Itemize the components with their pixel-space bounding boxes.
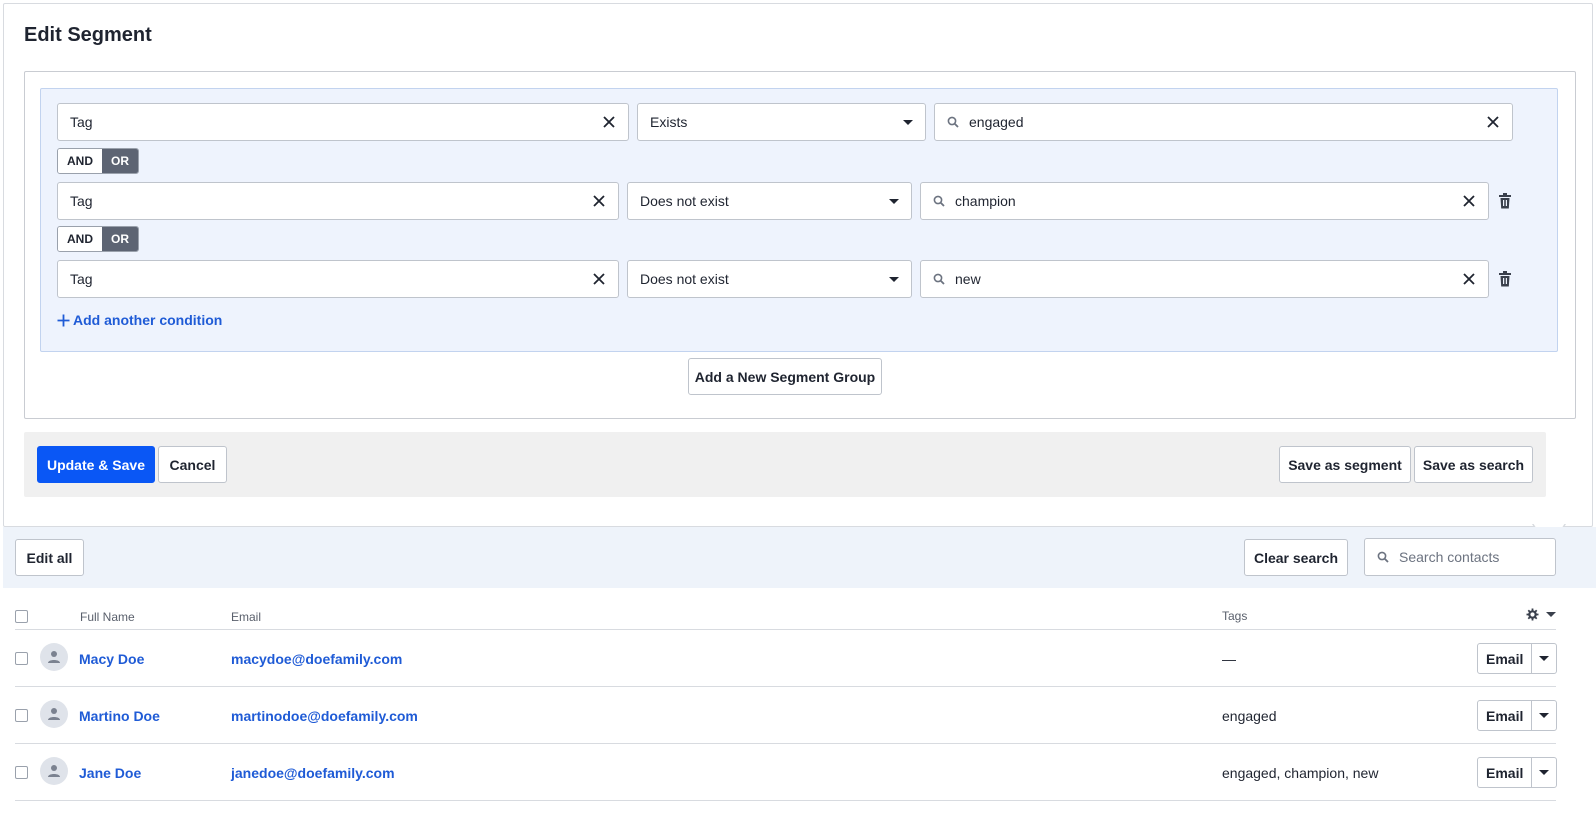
plus-icon (57, 314, 70, 326)
email-split-button[interactable]: Email (1477, 700, 1558, 731)
condition-3-operator-label: Does not exist (640, 271, 729, 287)
condition-1-field-select[interactable]: Tag (57, 103, 629, 141)
condition-3-value: new (955, 271, 981, 287)
row-divider (15, 743, 1556, 744)
contact-name-link[interactable]: Jane Doe (79, 765, 141, 781)
row-divider (15, 686, 1556, 687)
select-all-checkbox[interactable] (15, 610, 28, 623)
email-split-button[interactable]: Email (1477, 757, 1558, 788)
clear-icon[interactable] (1462, 194, 1476, 208)
contact-name-link[interactable]: Martino Doe (79, 708, 160, 724)
chevron-down-icon (903, 119, 913, 125)
person-icon (48, 708, 60, 720)
search-icon (933, 273, 945, 285)
email-button[interactable]: Email (1478, 758, 1533, 787)
condition-1-value-input[interactable]: engaged (934, 103, 1513, 141)
chevron-down-icon (889, 276, 899, 282)
clear-search-button[interactable]: Clear search (1244, 539, 1348, 576)
search-icon (947, 116, 959, 128)
contact-email-link[interactable]: macydoe@doefamily.com (231, 651, 402, 667)
column-header-email[interactable]: Email (231, 610, 261, 624)
trash-icon[interactable] (1498, 193, 1512, 209)
condition-2-field-label: Tag (70, 193, 93, 209)
row-checkbox[interactable] (15, 709, 28, 722)
search-icon (933, 195, 945, 207)
email-button[interactable]: Email (1478, 644, 1533, 673)
column-settings-menu[interactable] (1526, 608, 1556, 621)
search-icon (1377, 551, 1389, 563)
avatar (40, 643, 68, 671)
chevron-down-icon (889, 198, 899, 204)
condition-3-field-select[interactable]: Tag (57, 260, 619, 298)
email-dropdown-toggle[interactable] (1532, 758, 1556, 787)
chevron-down-icon (1539, 770, 1550, 775)
condition-2-operator-select[interactable]: Does not exist (627, 182, 912, 220)
header-divider (15, 629, 1556, 630)
clear-icon[interactable] (592, 272, 606, 286)
save-as-segment-button[interactable]: Save as segment (1279, 446, 1411, 483)
contact-email-link[interactable]: janedoe@doefamily.com (231, 765, 395, 781)
contact-tags: engaged, champion, new (1222, 765, 1379, 781)
clear-icon[interactable] (602, 115, 616, 129)
column-header-full-name[interactable]: Full Name (80, 610, 135, 624)
email-dropdown-toggle[interactable] (1532, 701, 1556, 730)
row-checkbox[interactable] (15, 766, 28, 779)
add-condition-label: Add another condition (73, 312, 223, 328)
contact-tags: — (1222, 651, 1236, 667)
add-segment-group-button[interactable]: Add a New Segment Group (688, 358, 882, 395)
save-as-search-button[interactable]: Save as search (1414, 446, 1533, 483)
chevron-down-icon (1539, 656, 1550, 661)
gear-icon (1526, 608, 1539, 621)
chevron-down-icon (1546, 612, 1556, 617)
email-button[interactable]: Email (1478, 701, 1533, 730)
or-option[interactable]: OR (102, 227, 138, 251)
row-checkbox[interactable] (15, 652, 28, 665)
condition-3-value-input[interactable]: new (920, 260, 1489, 298)
search-placeholder: Search contacts (1399, 549, 1500, 565)
condition-2-value-input[interactable]: champion (920, 182, 1489, 220)
and-option[interactable]: AND (58, 149, 102, 173)
person-icon (48, 651, 60, 663)
column-header-tags[interactable]: Tags (1222, 609, 1247, 623)
contacts-toolbar (3, 527, 1596, 588)
email-dropdown-toggle[interactable] (1532, 644, 1556, 673)
cancel-button[interactable]: Cancel (158, 446, 227, 483)
row-divider (15, 800, 1556, 801)
update-save-button[interactable]: Update & Save (37, 446, 155, 483)
contact-name-link[interactable]: Macy Doe (79, 651, 144, 667)
condition-2-field-select[interactable]: Tag (57, 182, 619, 220)
clear-icon[interactable] (1462, 272, 1476, 286)
email-split-button[interactable]: Email (1477, 643, 1558, 674)
clear-icon[interactable] (1486, 115, 1500, 129)
avatar (40, 757, 68, 785)
contact-tags: engaged (1222, 708, 1277, 724)
page-title: Edit Segment (24, 24, 152, 46)
condition-3-field-label: Tag (70, 271, 93, 287)
condition-1-operator-label: Exists (650, 114, 688, 130)
search-contacts-input[interactable]: Search contacts (1364, 538, 1556, 576)
person-icon (48, 765, 60, 777)
condition-1-field-label: Tag (70, 114, 93, 130)
contact-email-link[interactable]: martinodoe@doefamily.com (231, 708, 418, 724)
condition-3-operator-select[interactable]: Does not exist (627, 260, 912, 298)
chevron-down-icon (1539, 713, 1550, 718)
condition-2-operator-label: Does not exist (640, 193, 729, 209)
condition-2-value: champion (955, 193, 1016, 209)
and-or-toggle-2[interactable]: AND OR (57, 226, 139, 252)
clear-icon[interactable] (592, 194, 606, 208)
condition-1-operator-select[interactable]: Exists (637, 103, 926, 141)
condition-1-value: engaged (969, 114, 1024, 130)
or-option[interactable]: OR (102, 149, 138, 173)
and-or-toggle-1[interactable]: AND OR (57, 148, 139, 174)
trash-icon[interactable] (1498, 271, 1512, 287)
and-option[interactable]: AND (58, 227, 102, 251)
edit-all-button[interactable]: Edit all (15, 539, 84, 576)
add-condition-link[interactable]: Add another condition (57, 312, 222, 328)
avatar (40, 700, 68, 728)
